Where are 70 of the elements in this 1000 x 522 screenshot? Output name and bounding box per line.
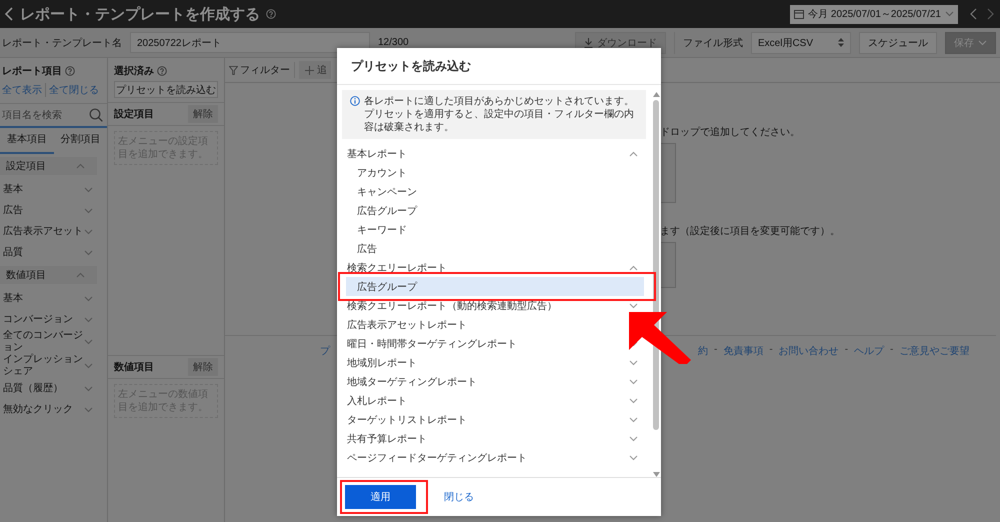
preset-group[interactable]: 入札レポート: [347, 394, 407, 408]
preset-group[interactable]: 共有予算レポート: [347, 432, 427, 446]
footer-link[interactable]: ご意見やご要望: [899, 344, 970, 358]
preset-group[interactable]: 曜日・時間帯ターゲティングレポート: [347, 336, 517, 350]
sidebar-item[interactable]: 無効なクリック: [3, 404, 84, 416]
dialog-title: プリセットを読み込む: [337, 48, 661, 85]
close-link[interactable]: 閉じる: [444, 490, 474, 504]
preset-item[interactable]: キャンペーン: [342, 182, 652, 201]
preset-group[interactable]: 広告表示アセットレポート: [347, 318, 467, 332]
load-preset-button[interactable]: プリセットを読み込む: [114, 81, 218, 98]
clear-button[interactable]: 解除: [188, 105, 218, 123]
preset-group[interactable]: 地域別レポート: [347, 356, 417, 370]
apply-button[interactable]: 適用: [345, 485, 416, 509]
sidebar-item[interactable]: 広告表示アセット: [3, 226, 84, 238]
preset-item[interactable]: アカウント: [342, 163, 652, 182]
filter-button[interactable]: フィルター: [229, 63, 290, 77]
sidebar-item[interactable]: 品質: [3, 246, 84, 258]
preset-item[interactable]: 広告グループ: [346, 277, 644, 296]
preset-group[interactable]: ページフィードターゲティングレポート: [347, 450, 527, 464]
section-title: 数値項目: [114, 360, 154, 374]
sidebar-item[interactable]: 基本: [3, 292, 84, 304]
link-separator: -: [890, 344, 894, 357]
footer-link[interactable]: 免責事項: [723, 344, 764, 358]
preset-group[interactable]: 基本レポート: [347, 146, 407, 160]
instruction-text: ドロップで追加してください。: [660, 126, 801, 139]
page-title: レポート・テンプレートを作成する: [20, 4, 260, 24]
date-range-picker[interactable]: 今月 2025/07/01～2025/07/21: [790, 4, 958, 24]
preset-item[interactable]: 広告: [342, 239, 652, 258]
sidebar-title: レポート項目: [2, 65, 62, 78]
sidebar-item[interactable]: 基本: [3, 184, 84, 196]
search-field[interactable]: 項目名を検索: [2, 110, 89, 120]
info-text: 各レポートに適した項目があらかじめセットされています。: [364, 95, 635, 108]
add-button[interactable]: 追: [299, 61, 331, 79]
footer-link[interactable]: お問い合わせ: [778, 344, 839, 358]
sidebar-item[interactable]: コンバージョン: [3, 314, 84, 326]
link-separator: -: [714, 344, 718, 357]
group-label: 設定項目: [6, 160, 46, 173]
info-text: プリセットを適用すると、設定中の項目・フィルター欄の内容は破棄されます。: [364, 108, 635, 134]
sidebar-tab[interactable]: 分割項目: [54, 128, 107, 154]
file-format-label: ファイル形式: [683, 36, 743, 50]
sidebar-item[interactable]: インプレッションシェア: [3, 354, 84, 378]
schedule-button[interactable]: スケジュール: [859, 32, 937, 54]
link-separator: -: [844, 344, 848, 357]
link-separator: -: [769, 344, 773, 357]
preset-group[interactable]: 地域ターゲティングレポート: [347, 374, 477, 388]
panel-title: 選択済み: [114, 64, 154, 78]
footer-link[interactable]: プ: [320, 344, 330, 358]
group-header[interactable]: 設定項目: [0, 157, 97, 175]
group-header[interactable]: 数値項目: [0, 266, 97, 284]
sidebar-item[interactable]: 品質（履歴）: [3, 382, 84, 394]
sidebar-item[interactable]: 全てのコンバージョン: [3, 330, 84, 354]
footer-link[interactable]: 約: [698, 344, 708, 358]
collapse-all-link[interactable]: 全て閉じる: [45, 83, 99, 97]
preset-group[interactable]: ターゲットリストレポート: [347, 412, 467, 426]
footer-link[interactable]: ヘルプ: [854, 344, 884, 358]
group-label: 数値項目: [6, 269, 46, 282]
sidebar-tab[interactable]: 基本項目: [0, 128, 54, 154]
preset-item[interactable]: 広告グループ: [342, 201, 652, 220]
file-format-select[interactable]: Excel用CSV: [751, 32, 851, 54]
instruction-text: ます（設定後に項目を変更可能です）。: [660, 224, 841, 238]
show-all-link[interactable]: 全て表示: [2, 83, 42, 97]
preset-item[interactable]: キーワード: [342, 220, 652, 239]
section-title: 設定項目: [114, 107, 154, 121]
template-name-label: レポート・テンプレート名: [2, 36, 122, 50]
preset-group[interactable]: 検索クエリーレポート（動的検索連動型広告）: [347, 298, 557, 312]
clear-button[interactable]: 解除: [188, 358, 218, 376]
sidebar-item[interactable]: 広告: [3, 204, 84, 216]
preset-group[interactable]: 検索クエリーレポート: [347, 260, 447, 274]
template-name-field[interactable]: 20250722レポート: [130, 32, 370, 53]
character-count: 12/300: [378, 37, 409, 48]
